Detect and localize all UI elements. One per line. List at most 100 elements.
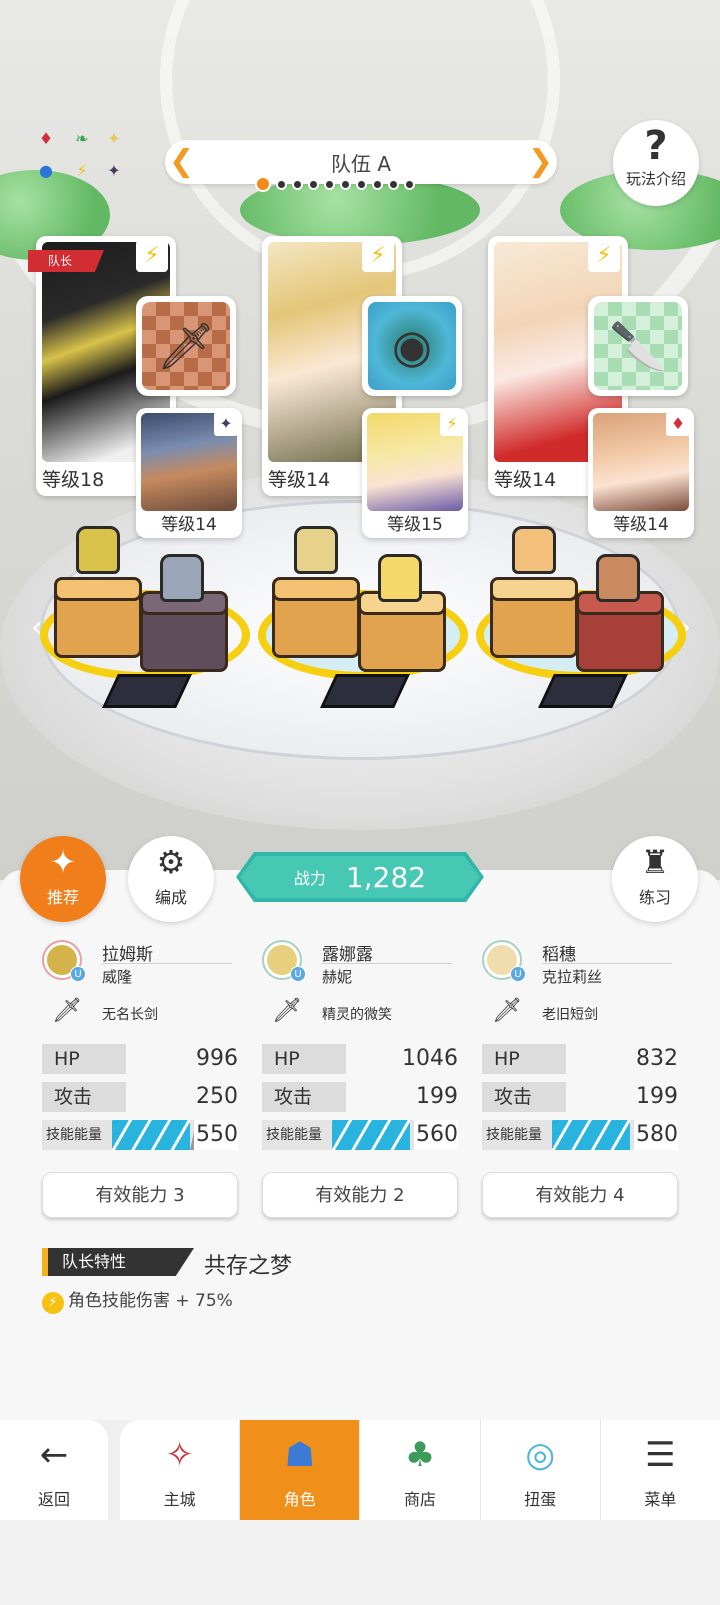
attack-value: 199 [636, 1084, 678, 1109]
team-page-dot[interactable] [308, 178, 319, 190]
skill-energy-stat: 技能能量 560 [262, 1116, 458, 1154]
team-page-dot[interactable] [255, 176, 271, 192]
pedestal-plate [102, 674, 192, 708]
character-sprite [294, 526, 338, 574]
training-label: 练习 [638, 888, 671, 907]
attack-value: 199 [416, 1084, 458, 1109]
sub-character-name: 赫妮 [322, 968, 353, 986]
weapon-row[interactable]: 🗡 无名长剑 [42, 990, 238, 1040]
character-stats-column: U 露娜露 赫妮 🗡 精灵的微笑 HP 1046 攻击 199 技能能量 560… [262, 940, 458, 1218]
sub-character-name: 克拉莉丝 [542, 968, 603, 986]
character-stats-column: U 稻穗 克拉莉丝 🗡 老旧短剑 HP 832 攻击 199 技能能量 580 … [482, 940, 678, 1218]
lightning-element-icon: ⚡ [76, 160, 88, 180]
team-page-dot[interactable] [276, 178, 287, 190]
sub-character-level: 等级14 [613, 515, 669, 535]
character-pedestal[interactable] [258, 526, 478, 708]
skill-energy-bar [552, 1120, 630, 1150]
nav-item-shop[interactable]: ♣ 商店 [360, 1420, 481, 1520]
fire-element-icon: ♦ [38, 128, 54, 148]
sub-character-name: 威隆 [102, 968, 133, 986]
nav-label: 扭蛋 [524, 1490, 557, 1509]
attack-stat: 攻击 199 [482, 1078, 678, 1116]
weapon-row[interactable]: 🗡 精灵的微笑 [262, 990, 458, 1040]
pedestal-block [272, 577, 360, 658]
weapon-name: 老旧短剑 [542, 1007, 598, 1023]
lightning-element-icon: ⚡ [588, 240, 620, 272]
bottom-navigation: ← 返回 ✧ 主城 ☗ 角色 ♣ 商店 ◎ 扭蛋 ☰ 菜单 [0, 1420, 720, 1520]
team-title: 队伍 A [330, 151, 392, 176]
weapon-card[interactable]: ◉ [362, 296, 462, 396]
character-pedestal[interactable] [476, 526, 696, 708]
pedestal-block [54, 577, 142, 658]
character-pedestal[interactable] [40, 526, 260, 708]
lightning-element-icon: ⚡ [136, 240, 168, 272]
help-button[interactable]: ? 玩法介绍 [613, 120, 699, 206]
training-button[interactable]: ♜ 练习 [612, 836, 698, 922]
nav-item-main-city[interactable]: ✧ 主城 [120, 1420, 241, 1520]
recommend-button[interactable]: ✦ 推荐 [20, 836, 106, 922]
attack-stat: 攻击 250 [42, 1078, 238, 1116]
skill-energy-stat: 技能能量 580 [482, 1116, 678, 1154]
skill-energy-stat: 技能能量 550 [42, 1116, 238, 1154]
sub-character-card[interactable]: ✦ 等级14 [136, 408, 242, 538]
leader-trait-name[interactable]: 共存之梦 [204, 1248, 292, 1280]
team-page-dot[interactable] [388, 178, 399, 190]
hp-stat: HP 1046 [262, 1040, 458, 1078]
nav-label: 角色 [283, 1490, 316, 1509]
combat-power-label: 战力 [293, 869, 326, 888]
team-page-dot[interactable] [356, 178, 367, 190]
team-page-dot[interactable] [372, 178, 383, 190]
back-arrow-icon: ← [39, 1435, 69, 1475]
dagger-icon: 🔪 [594, 302, 682, 390]
weapon-icon: 🗡 [492, 996, 523, 1024]
weapon-card[interactable]: 🗡 [136, 296, 236, 396]
element-cycle-legend[interactable]: ♦ ❧ ✦ ● ⚡ ✦ [36, 128, 126, 188]
leader-trait-effect-text: 角色技能伤害 + 75% [68, 1291, 233, 1311]
weapon-row[interactable]: 🗡 老旧短剑 [482, 990, 678, 1040]
weapon-card[interactable]: 🔪 [588, 296, 688, 396]
weapon-name: 无名长剑 [102, 1007, 158, 1023]
combat-power-value: 1,282 [345, 860, 427, 894]
sword-icon: 🗡 [142, 302, 230, 390]
back-label: 返回 [37, 1490, 70, 1509]
skill-energy-value: 560 [414, 1120, 458, 1150]
next-team-icon[interactable]: ❯ [528, 144, 553, 179]
sub-badge-icon: U [510, 966, 526, 982]
combat-power: 战力 1,282 [236, 852, 484, 902]
character-name: 稻穗 [542, 945, 576, 965]
lightning-element-icon: ⚡ [440, 412, 464, 436]
nav-item-menu[interactable]: ☰ 菜单 [601, 1420, 720, 1520]
sub-character-card[interactable]: ⚡ 等级15 [362, 408, 468, 538]
sub-character-card[interactable]: ♦ 等级14 [588, 408, 694, 538]
team-page-dot[interactable] [340, 178, 351, 190]
character-sprite [378, 554, 422, 602]
prev-team-icon[interactable]: ❮ [169, 144, 194, 179]
team-page-dot[interactable] [324, 178, 335, 190]
nav-label: 菜单 [644, 1490, 677, 1509]
attack-label: 攻击 [42, 1082, 162, 1112]
training-dummy-icon: ♜ [640, 843, 670, 881]
nav-item-gacha[interactable]: ◎ 扭蛋 [481, 1420, 601, 1520]
effective-ability-button[interactable]: 有效能力 3 [42, 1172, 238, 1218]
sub-character-level: 等级15 [387, 515, 443, 535]
attack-value: 250 [196, 1084, 238, 1109]
hp-stat: HP 996 [42, 1040, 238, 1078]
team-page-dot[interactable] [404, 178, 415, 190]
wind-element-icon: ❧ [75, 128, 89, 148]
back-button[interactable]: ← 返回 [0, 1420, 108, 1520]
hp-value: 832 [636, 1046, 678, 1071]
formation-button[interactable]: ⚙ 编成 [128, 836, 214, 922]
effective-ability-button[interactable]: 有效能力 4 [482, 1172, 678, 1218]
nav-item-character[interactable]: ☗ 角色 [240, 1420, 361, 1520]
hp-value: 1046 [402, 1046, 458, 1071]
dark-element-icon: ✦ [107, 160, 121, 180]
pedestal-block [358, 591, 446, 672]
character-sprite [160, 554, 204, 602]
pedestal-plate [538, 674, 628, 708]
team-page-dot[interactable] [292, 178, 303, 190]
fire-element-icon: ♦ [666, 412, 690, 436]
sub-badge-icon: U [70, 966, 86, 982]
recommend-icon: ✦ [49, 843, 77, 881]
nav-label: 商店 [404, 1490, 437, 1509]
effective-ability-button[interactable]: 有效能力 2 [262, 1172, 458, 1218]
